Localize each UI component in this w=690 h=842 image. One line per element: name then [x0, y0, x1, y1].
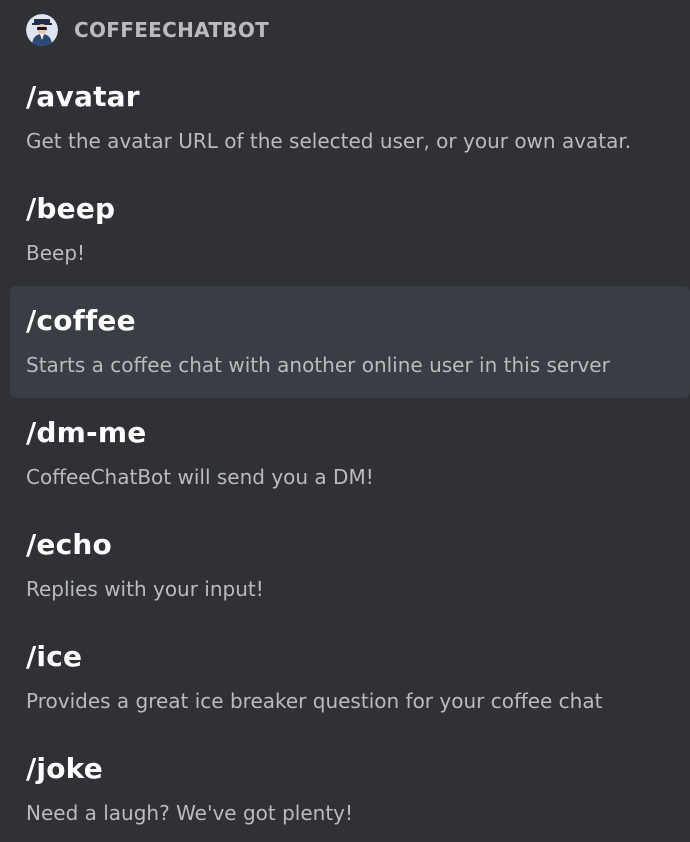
command-description: CoffeeChatBot will send you a DM!: [26, 465, 374, 489]
command-item-avatar[interactable]: /avatar Get the avatar URL of the select…: [10, 62, 690, 174]
command-name: /avatar: [26, 80, 140, 113]
command-description: Starts a coffee chat with another online…: [26, 353, 610, 377]
bot-name: COFFEECHATBOT: [74, 18, 270, 42]
bot-header: COFFEECHATBOT: [26, 12, 269, 48]
command-description: Get the avatar URL of the selected user,…: [26, 129, 632, 153]
command-item-beep[interactable]: /beep Beep!: [10, 174, 690, 286]
command-description: Beep!: [26, 241, 86, 265]
command-name: /coffee: [26, 304, 136, 337]
command-item-ice[interactable]: /ice Provides a great ice breaker questi…: [10, 622, 690, 734]
command-item-coffee[interactable]: /coffee Starts a coffee chat with anothe…: [10, 286, 690, 398]
command-name: /echo: [26, 528, 112, 561]
command-name: /beep: [26, 192, 116, 225]
bot-avatar-icon: [26, 14, 58, 46]
command-item-echo[interactable]: /echo Replies with your input!: [10, 510, 690, 622]
command-name: /joke: [26, 752, 103, 785]
command-item-dm-me[interactable]: /dm-me CoffeeChatBot will send you a DM!: [10, 398, 690, 510]
command-item-joke[interactable]: /joke Need a laugh? We've got plenty!: [10, 734, 690, 842]
command-description: Replies with your input!: [26, 577, 264, 601]
command-description: Need a laugh? We've got plenty!: [26, 801, 354, 825]
command-name: /ice: [26, 640, 83, 673]
command-autocomplete-panel: COFFEECHATBOT /avatar Get the avatar URL…: [0, 0, 690, 842]
command-list: /avatar Get the avatar URL of the select…: [10, 62, 690, 842]
command-description: Provides a great ice breaker question fo…: [26, 689, 603, 713]
command-name: /dm-me: [26, 416, 147, 449]
